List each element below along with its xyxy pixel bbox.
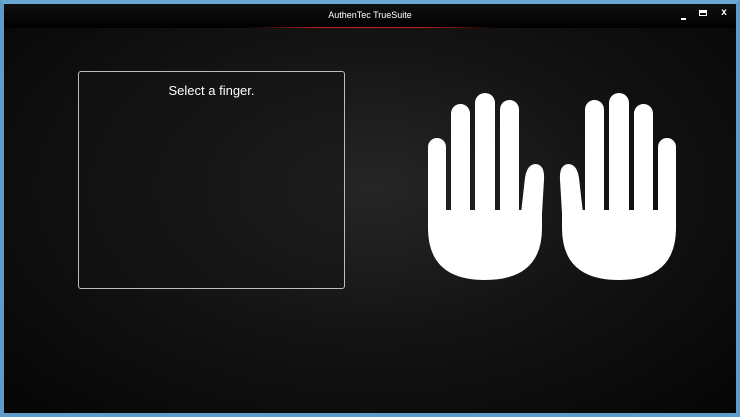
close-button[interactable]: x	[714, 4, 734, 24]
window-title: AuthenTec TrueSuite	[328, 10, 412, 20]
right-palm	[562, 210, 676, 280]
select-finger-prompt: Select a finger.	[168, 83, 255, 98]
instruction-panel: Select a finger.	[78, 71, 345, 289]
left-palm	[428, 210, 542, 280]
left-hand-icon[interactable]	[428, 93, 545, 280]
right-hand-icon[interactable]	[559, 93, 676, 280]
maximize-button[interactable]	[694, 4, 714, 24]
hands-illustration	[428, 93, 676, 280]
maximize-icon	[699, 10, 707, 16]
app-window: AuthenTec TrueSuite x Select a finger.	[0, 0, 740, 417]
minimize-icon	[681, 18, 686, 20]
title-bar[interactable]: AuthenTec TrueSuite x	[4, 4, 736, 28]
title-accent-line	[244, 27, 496, 28]
minimize-button[interactable]	[674, 4, 694, 24]
